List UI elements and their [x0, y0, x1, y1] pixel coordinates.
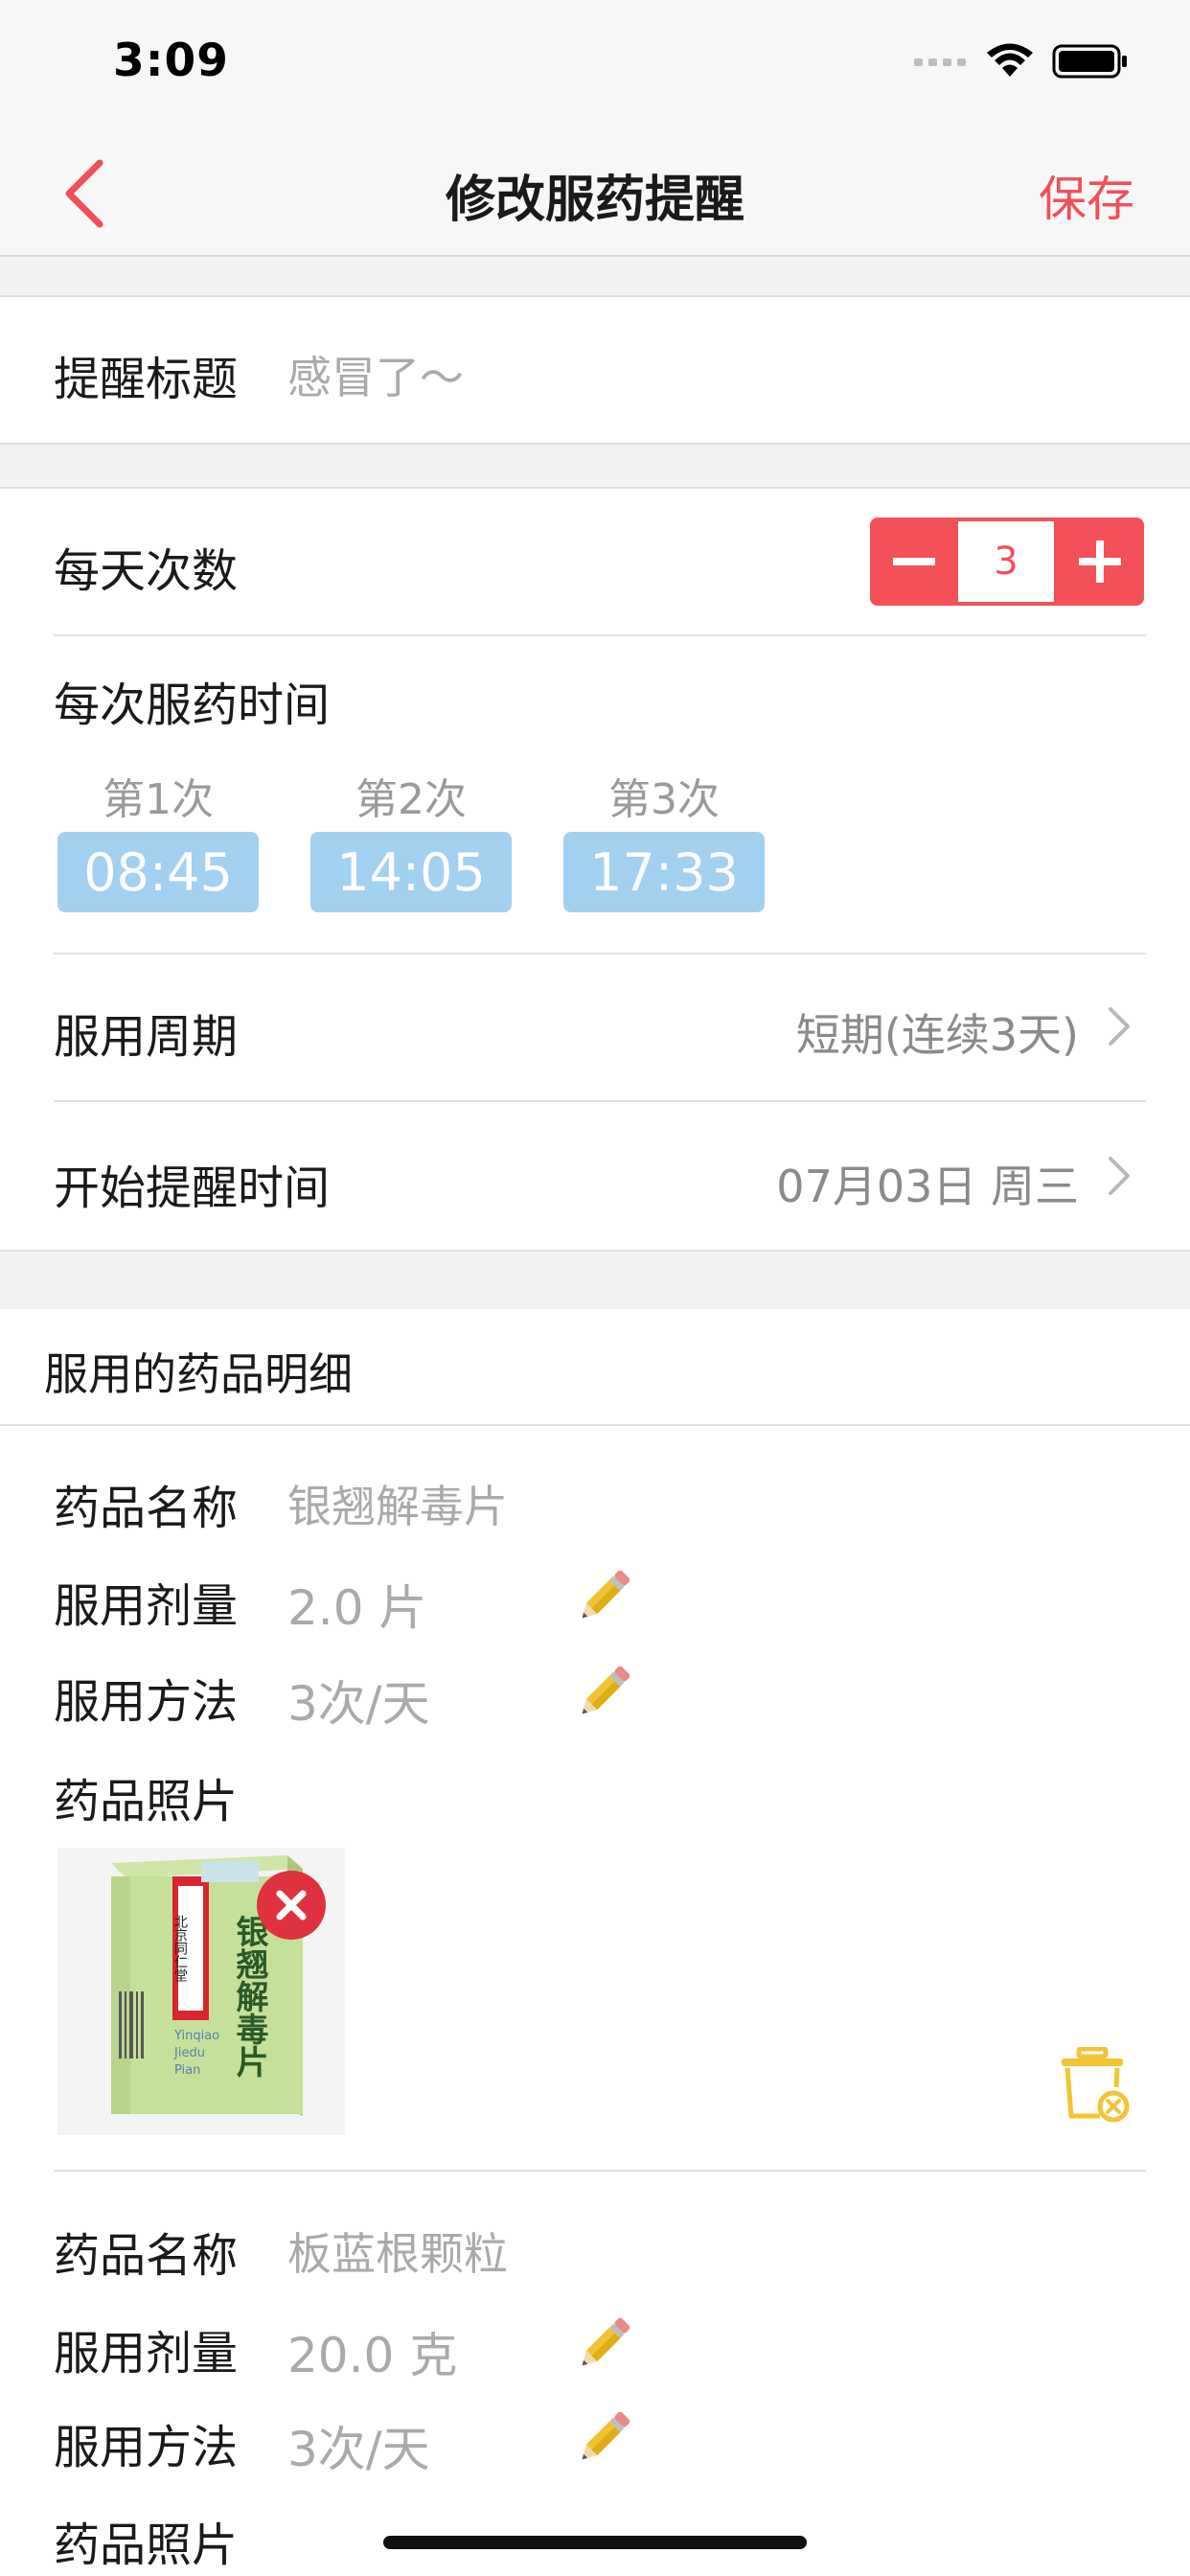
photo-pinyin-text: Yinqiao: [173, 2029, 219, 2043]
chevron-right-icon: [1109, 1007, 1130, 1046]
status-bar: 3:09: [0, 0, 1190, 134]
photo-label: 药品照片: [54, 1775, 239, 1828]
dose-label: 服用剂量: [54, 1579, 239, 1633]
dose-value: 2.0 片: [287, 1580, 427, 1636]
page-title: 修改服药提醒: [445, 172, 744, 229]
method-label: 服用方法: [54, 2421, 239, 2474]
reminder-title-label: 提醒标题: [54, 353, 239, 406]
start-time-label: 开始提醒时间: [54, 1162, 331, 1215]
daily-count-label: 每天次数: [54, 544, 239, 598]
medicine-name-label: 药品名称: [54, 2229, 239, 2283]
divider: [0, 1424, 1190, 1426]
decrement-button[interactable]: [870, 518, 958, 606]
dose-slot-label: 第3次: [608, 775, 720, 824]
cycle-row[interactable]: 服用周期 短期(连续3天): [0, 954, 1190, 1100]
dose-time-chip[interactable]: 14:05: [310, 832, 512, 912]
status-time: 3:09: [113, 34, 229, 87]
pencil-icon: [582, 2317, 630, 2366]
reminder-title-input[interactable]: 感冒了～: [287, 343, 464, 406]
details-header: 服用的药品明细: [44, 1348, 353, 1400]
medicine-name-value: 板蓝根颗粒: [287, 2228, 508, 2280]
edit-dose-button[interactable]: [571, 2310, 638, 2377]
signal-icon: [914, 58, 966, 66]
daily-count-stepper: 3: [870, 518, 1144, 606]
dose-slot-label: 第2次: [355, 775, 467, 824]
dose-label: 服用剂量: [54, 2327, 239, 2380]
dose-value: 20.0 克: [287, 2328, 458, 2383]
minus-icon: [893, 558, 935, 565]
section-gap: [0, 445, 1190, 487]
save-button[interactable]: 保存: [1039, 161, 1134, 230]
dose-times-label: 每次服药时间: [54, 678, 331, 732]
cycle-value: 短期(连续3天): [795, 1009, 1079, 1061]
edit-method-button[interactable]: [571, 2404, 638, 2471]
edit-method-button[interactable]: [571, 1658, 638, 1725]
home-indicator: [383, 2536, 807, 2549]
dose-time-chip[interactable]: 17:33: [563, 832, 765, 912]
nav-bar: 修改服药提醒 保存: [0, 134, 1190, 257]
section-gap: [0, 257, 1190, 295]
increment-button[interactable]: [1056, 518, 1144, 606]
pencil-icon: [582, 1666, 630, 1714]
divider: [54, 634, 1146, 636]
method-label: 服用方法: [54, 1675, 239, 1729]
cycle-label: 服用周期: [54, 1010, 239, 1064]
photo-brand-text: 北京同仁堂: [172, 1915, 188, 1982]
photo-pinyin-text: Pian: [174, 2063, 200, 2078]
medicine-name-label: 药品名称: [54, 1482, 239, 1535]
edit-dose-button[interactable]: [571, 1562, 638, 1629]
daily-count-value[interactable]: 3: [958, 521, 1054, 602]
trash-icon: [1062, 2046, 1130, 2123]
section-gap: [0, 1252, 1190, 1309]
status-icons: [914, 42, 1129, 80]
remove-photo-button[interactable]: [257, 1871, 326, 1940]
dose-slot-label: 第1次: [103, 775, 214, 824]
start-time-value: 07月03日 周三: [776, 1161, 1079, 1212]
method-value: 3次/天: [287, 2422, 430, 2477]
battery-icon: [1052, 44, 1127, 79]
dose-time-chip[interactable]: 08:45: [57, 832, 259, 912]
chevron-right-icon: [1109, 1157, 1130, 1195]
medicine-name-value: 银翘解毒片: [287, 1481, 508, 1532]
close-icon: [276, 1890, 307, 1920]
pencil-icon: [582, 2411, 630, 2460]
delete-medicine-button[interactable]: [1056, 2046, 1133, 2124]
plus-icon: [1079, 540, 1121, 583]
method-value: 3次/天: [287, 1676, 430, 1732]
divider: [54, 2170, 1146, 2172]
photo-title-text: 银翘解毒片: [230, 1915, 268, 2079]
divider: [0, 295, 1190, 297]
start-time-row[interactable]: 开始提醒时间 07月03日 周三: [0, 1102, 1190, 1248]
photo-label: 药品照片: [54, 2518, 239, 2572]
pencil-icon: [582, 1570, 630, 1619]
photo-pinyin-text: Jiedu: [173, 2046, 205, 2060]
divider: [0, 487, 1190, 489]
wifi-icon: [987, 43, 1033, 77]
